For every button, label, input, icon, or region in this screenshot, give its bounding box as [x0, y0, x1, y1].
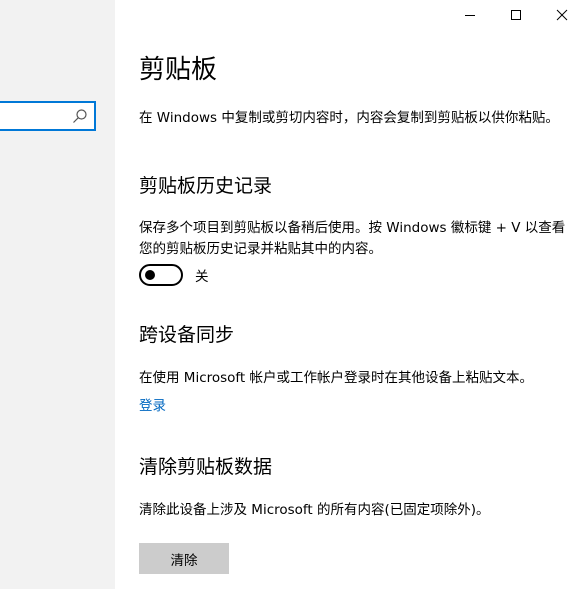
sync-description: 在使用 Microsoft 帐户或工作帐户登录时在其他设备上粘贴文本。	[139, 370, 534, 386]
clear-description: 清除此设备上涉及 Microsoft 的所有内容(已固定项除外)。	[139, 502, 490, 518]
close-button[interactable]	[539, 0, 585, 30]
window-titlebar	[425, 0, 585, 30]
history-description: 保存多个项目到剪贴板以备稍后使用。按 Windows 徽标键 + V 以查看您的…	[139, 220, 566, 257]
maximize-button[interactable]	[493, 0, 539, 30]
minimize-button[interactable]	[447, 0, 493, 30]
history-toggle[interactable]	[139, 264, 183, 286]
history-toggle-row: 关	[139, 264, 209, 286]
minimize-icon	[465, 15, 475, 16]
signin-link[interactable]: 登录	[139, 394, 166, 414]
settings-sidebar	[0, 0, 115, 589]
page-title: 剪贴板	[139, 55, 218, 85]
close-icon	[556, 9, 568, 21]
search-icon[interactable]	[72, 108, 88, 124]
history-toggle-state: 关	[195, 269, 209, 285]
toggle-knob	[145, 270, 155, 280]
sync-section-title: 跨设备同步	[139, 324, 235, 346]
clear-section-title: 清除剪贴板数据	[139, 456, 273, 478]
maximize-icon	[511, 10, 521, 20]
search-input[interactable]	[0, 101, 96, 131]
page-intro: 在 Windows 中复制或剪切内容时，内容会复制到剪贴板以供你粘贴。	[139, 110, 559, 126]
clear-button[interactable]: 清除	[139, 543, 229, 574]
history-section-title: 剪贴板历史记录	[139, 175, 273, 197]
